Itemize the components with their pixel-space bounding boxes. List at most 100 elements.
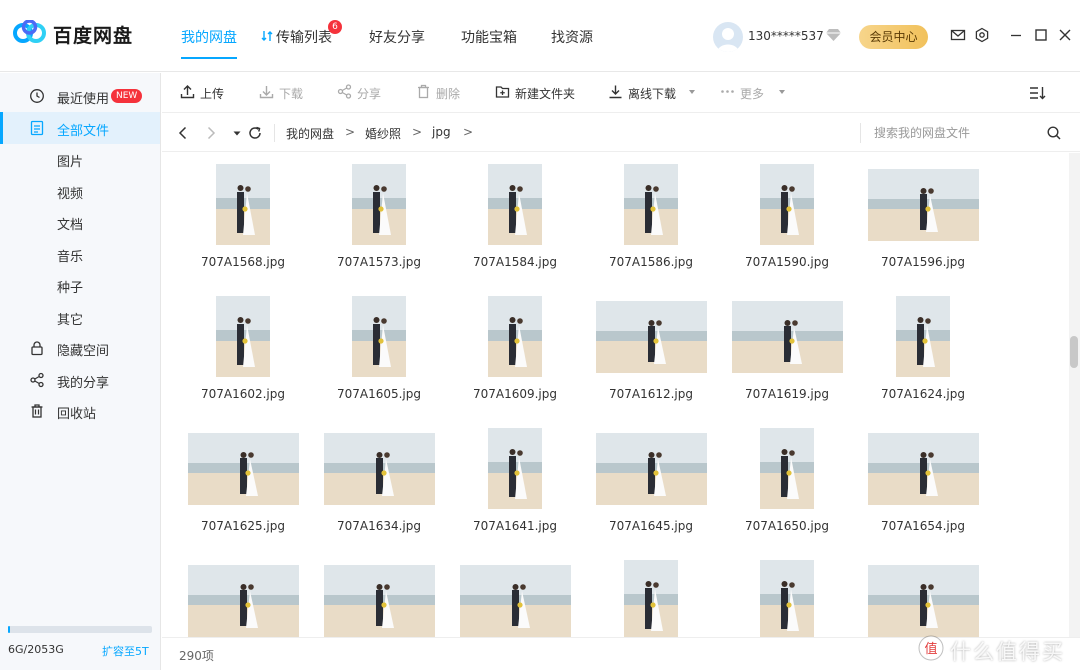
upload-button[interactable]: 上传 <box>180 85 225 102</box>
sidebar-item-hidden-space[interactable]: 隐藏空间 <box>0 332 160 364</box>
vip-center-button[interactable]: 会员中心 <box>859 25 928 49</box>
upload-icon <box>180 85 195 99</box>
storage-usage-text: 6G/2053G <box>8 643 64 656</box>
new-folder-label: 新建文件夹 <box>515 87 576 101</box>
breadcrumb-wedding-photos[interactable]: 婚纱照 <box>365 125 401 142</box>
scrollbar-track[interactable] <box>1069 153 1080 637</box>
tab-friend-share[interactable]: 好友分享 <box>369 27 425 47</box>
sidebar-item-other[interactable]: 其它 <box>0 301 160 333</box>
image-thumbnail <box>216 296 270 377</box>
svg-text:值: 值 <box>924 641 937 657</box>
smzdm-logo-icon: 值 <box>918 635 944 661</box>
sidebar-item-label: 图片 <box>57 155 84 170</box>
image-thumbnail <box>488 428 542 509</box>
baidu-netdisk-logo-icon <box>13 20 46 43</box>
maximize-icon[interactable] <box>1033 27 1049 43</box>
sidebar-item-videos[interactable]: 视频 <box>0 175 160 207</box>
tab-find-resources[interactable]: 找资源 <box>551 27 593 47</box>
more-label: 更多 <box>740 87 765 101</box>
sort-icon[interactable] <box>1029 85 1046 101</box>
image-thumbnail <box>867 169 979 241</box>
close-icon[interactable] <box>1057 27 1073 43</box>
sidebar-item-torrents[interactable]: 种子 <box>0 269 160 301</box>
sidebar-item-my-shares[interactable]: 我的分享 <box>0 364 160 396</box>
username[interactable]: 130*****537 <box>748 29 824 43</box>
avatar[interactable] <box>713 22 743 52</box>
image-thumbnail <box>323 433 435 505</box>
sidebar-item-documents[interactable]: 文档 <box>0 206 160 238</box>
divider <box>860 123 861 143</box>
sidebar-item-label: 视频 <box>57 187 84 202</box>
sidebar-item-label: 隐藏空间 <box>57 344 110 359</box>
image-thumbnail <box>323 565 435 637</box>
minimize-icon[interactable] <box>1008 27 1024 43</box>
download-label: 下载 <box>279 87 304 101</box>
share-button[interactable]: 分享 <box>337 84 382 102</box>
storage-usage-fill <box>8 626 10 633</box>
share-label: 分享 <box>357 87 382 101</box>
toolbar: 上传 下载 分享 删除 新建文件夹 离线下载 更多 <box>162 73 1080 113</box>
image-thumbnail <box>867 433 979 505</box>
tab-toolbox[interactable]: 功能宝箱 <box>461 27 517 47</box>
settings-icon[interactable] <box>974 27 990 43</box>
sidebar-item-images[interactable]: 图片 <box>0 143 160 175</box>
image-thumbnail <box>488 164 542 245</box>
download-button[interactable]: 下载 <box>259 85 304 102</box>
image-thumbnail <box>459 565 571 637</box>
image-thumbnail <box>624 560 678 637</box>
sidebar-item-all-files[interactable]: 全部文件 <box>0 112 160 144</box>
breadcrumb-jpg[interactable]: jpg <box>432 125 451 139</box>
history-dropdown-icon[interactable] <box>229 125 245 141</box>
file-tile[interactable] <box>842 560 1004 637</box>
offline-download-button[interactable]: 离线下载 <box>609 85 677 102</box>
new-folder-button[interactable]: 新建文件夹 <box>495 85 576 102</box>
breadcrumb-separator: > <box>412 125 423 139</box>
tab-my-netdisk[interactable]: 我的网盘 <box>181 27 237 59</box>
sidebar-item-label: 其它 <box>57 313 84 328</box>
forward-icon[interactable] <box>203 125 219 141</box>
watermark-text: 什么值得买 <box>950 640 1065 664</box>
breadcrumb-separator: > <box>345 125 356 139</box>
image-thumbnail <box>896 296 950 377</box>
image-thumbnail <box>624 164 678 245</box>
sidebar-item-music[interactable]: 音乐 <box>0 238 160 270</box>
lock-icon <box>31 341 43 356</box>
file-tile[interactable]: 707A1624.jpg <box>842 296 1004 428</box>
vip-diamond-icon <box>826 29 841 41</box>
sidebar-item-recent[interactable]: 最近使用 NEW <box>0 80 160 112</box>
image-thumbnail <box>187 433 299 505</box>
sidebar-item-recycle-bin[interactable]: 回收站 <box>0 395 160 427</box>
sidebar: 最近使用 NEW 全部文件 图片 视频 文档 音乐 种子 其它 隐藏空间 我的分… <box>0 73 161 670</box>
sidebar-item-label: 文档 <box>57 218 84 233</box>
image-thumbnail <box>352 296 406 377</box>
watermark: 值 什么值得买 <box>902 630 1078 666</box>
more-button[interactable]: 更多 <box>721 85 765 102</box>
file-tile[interactable]: 707A1654.jpg <box>842 428 1004 560</box>
trash-icon <box>418 84 429 99</box>
back-icon[interactable] <box>175 125 191 141</box>
offline-download-label: 离线下载 <box>628 87 677 101</box>
search-input[interactable] <box>874 123 1044 143</box>
delete-button[interactable]: 删除 <box>418 84 460 102</box>
offline-download-icon <box>609 85 622 99</box>
image-thumbnail <box>216 164 270 245</box>
upload-label: 上传 <box>200 87 225 101</box>
item-count: 290项 <box>179 649 214 663</box>
search-icon[interactable] <box>1046 125 1062 141</box>
top-bar: 百度网盘 我的网盘 传输列表 6 好友分享 功能宝箱 找资源 130*****5… <box>0 0 1080 72</box>
breadcrumb-separator: > <box>463 125 474 139</box>
share-icon <box>30 372 44 388</box>
file-tile[interactable]: 707A1596.jpg <box>842 164 1004 296</box>
breadcrumb-my-netdisk[interactable]: 我的网盘 <box>286 125 334 142</box>
sidebar-item-label: 我的分享 <box>57 376 110 391</box>
sidebar-item-label: 全部文件 <box>57 124 110 139</box>
file-name: 707A1624.jpg <box>880 387 966 401</box>
tab-transfer-list[interactable]: 传输列表 <box>276 27 332 47</box>
mail-icon[interactable] <box>950 27 966 43</box>
offline-download-dropdown-icon[interactable] <box>689 90 695 94</box>
refresh-icon[interactable] <box>247 125 263 141</box>
scrollbar-thumb[interactable] <box>1070 336 1078 368</box>
more-dropdown-icon[interactable] <box>779 90 785 94</box>
expand-storage-link[interactable]: 扩容至5T <box>102 643 149 659</box>
sidebar-item-label: 种子 <box>57 281 84 296</box>
